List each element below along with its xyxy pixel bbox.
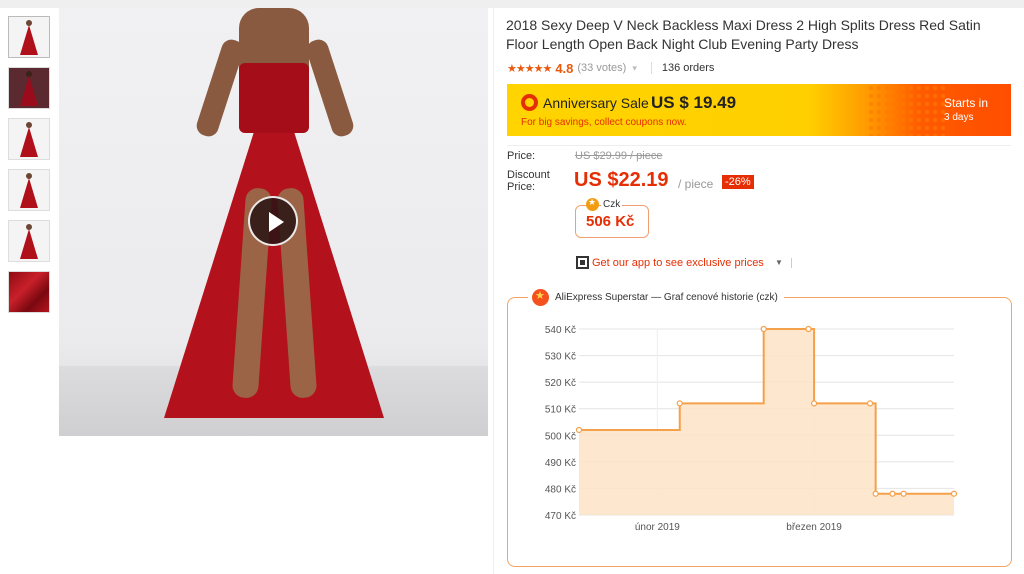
data-point	[950, 490, 958, 497]
thumbnail-5[interactable]	[8, 220, 50, 262]
votes-link[interactable]: (33 votes)	[577, 62, 626, 74]
currency-star-icon	[586, 197, 599, 211]
rating-row: ★★★★★ 4.8 (33 votes) ▾ 136 orders	[507, 60, 714, 76]
data-point	[889, 490, 896, 497]
discount-badge: -26%	[722, 175, 754, 189]
qr-code-icon[interactable]	[576, 256, 589, 269]
thumbnail-2[interactable]	[8, 67, 50, 109]
y-tick-label: 530 Kč	[545, 352, 576, 363]
discount-price-label: Price:	[507, 181, 536, 193]
orders-count: 136 orders	[661, 62, 715, 74]
data-point	[805, 325, 812, 333]
series-area	[579, 329, 954, 515]
sale-icon	[521, 94, 538, 111]
y-tick-label: 510 Kč	[545, 405, 576, 416]
data-point	[872, 490, 879, 497]
product-title: 2018 Sexy Deep V Neck Backless Maxi Dres…	[506, 17, 981, 52]
play-video-icon[interactable]	[248, 196, 298, 246]
caret-down-icon[interactable]: ▼	[775, 258, 783, 267]
y-tick-label: 540 Kč	[545, 325, 576, 336]
data-point	[900, 490, 907, 497]
per-piece-label: / piece	[678, 177, 714, 191]
app-promo-link[interactable]: Get our app to see exclusive prices	[592, 257, 764, 269]
thumbnail-4[interactable]	[8, 169, 50, 211]
data-point	[866, 400, 874, 407]
thumbnail-list	[8, 16, 52, 322]
czk-currency-label: Czk	[601, 199, 623, 210]
y-tick-label: 470 Kč	[545, 511, 576, 522]
thumbnail-6[interactable]	[8, 271, 50, 313]
panel-divider	[493, 8, 494, 574]
discount-price: US $22.19	[574, 169, 669, 191]
chart-header: AliExpress Superstar — Graf cenové histo…	[528, 286, 784, 308]
anniversary-sale-banner[interactable]: Anniversary Sale US $ 19.49 For big savi…	[507, 84, 1011, 136]
discount-label: Discount	[507, 169, 550, 181]
y-tick-label: 520 Kč	[545, 378, 576, 389]
sale-price: US $ 19.49	[651, 93, 737, 112]
data-point	[676, 400, 683, 407]
superstar-icon	[532, 288, 549, 306]
rating-value: 4.8	[555, 60, 574, 76]
original-price: US $29.99 / piece	[575, 150, 663, 162]
rating-separator	[650, 62, 652, 74]
thumbnail-1[interactable]	[8, 16, 50, 58]
sale-subtitle: For big savings, collect coupons now.	[521, 117, 687, 128]
sale-label: Anniversary Sale	[543, 95, 649, 111]
y-tick-label: 490 Kč	[545, 458, 576, 469]
divider	[507, 145, 1011, 146]
y-tick-label: 500 Kč	[545, 431, 576, 442]
data-point	[810, 400, 818, 407]
top-strip	[0, 0, 1024, 8]
main-product-image[interactable]	[59, 8, 488, 436]
star-rating-icon: ★★★★★	[507, 62, 552, 75]
czk-price: 506 Kč	[586, 213, 635, 230]
price-label: Price:	[507, 150, 536, 162]
product-page: 2018 Sexy Deep V Neck Backless Maxi Dres…	[0, 0, 1024, 574]
starts-in-label: Starts in	[944, 96, 989, 110]
banner-pattern	[867, 84, 947, 136]
app-separator	[791, 258, 792, 268]
chevron-down-icon[interactable]: ▾	[632, 63, 637, 74]
data-point	[575, 426, 583, 434]
x-tick-label: únor 2019	[635, 522, 680, 533]
x-tick-label: březen 2019	[786, 522, 842, 533]
dress-bodice	[239, 63, 309, 133]
price-history-chart[interactable]: 470 Kč 480 Kč 490 Kč 500 Kč 510 Kč 520 Kč 530 …	[507, 310, 1012, 540]
y-tick-label: 480 Kč	[545, 484, 576, 495]
chart-title: AliExpress Superstar — Graf cenové histo…	[555, 291, 778, 303]
data-point	[760, 325, 767, 333]
starts-in-days: 3 days	[944, 112, 974, 123]
thumbnail-3[interactable]	[8, 118, 50, 160]
